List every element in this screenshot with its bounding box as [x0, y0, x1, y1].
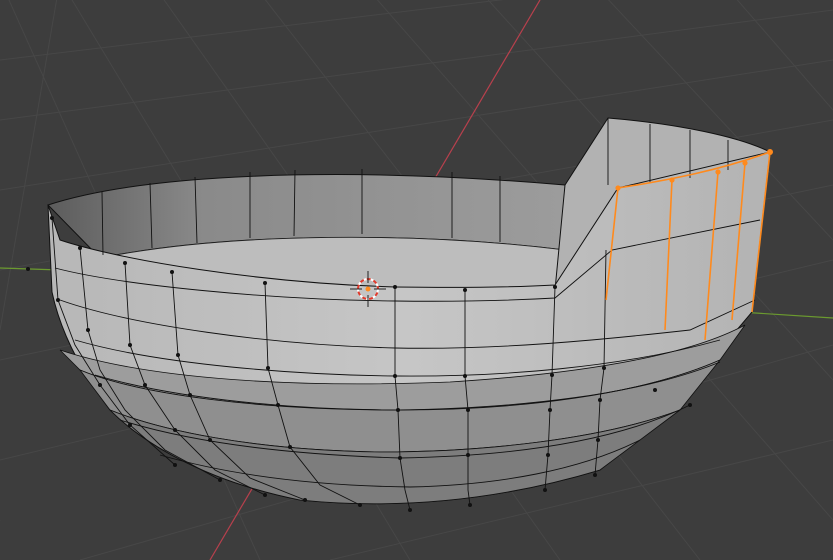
y-axis-line-right [739, 311, 833, 319]
viewport-canvas[interactable] [0, 0, 833, 560]
3d-viewport[interactable] [0, 0, 833, 560]
bowl-mesh[interactable] [26, 117, 773, 512]
